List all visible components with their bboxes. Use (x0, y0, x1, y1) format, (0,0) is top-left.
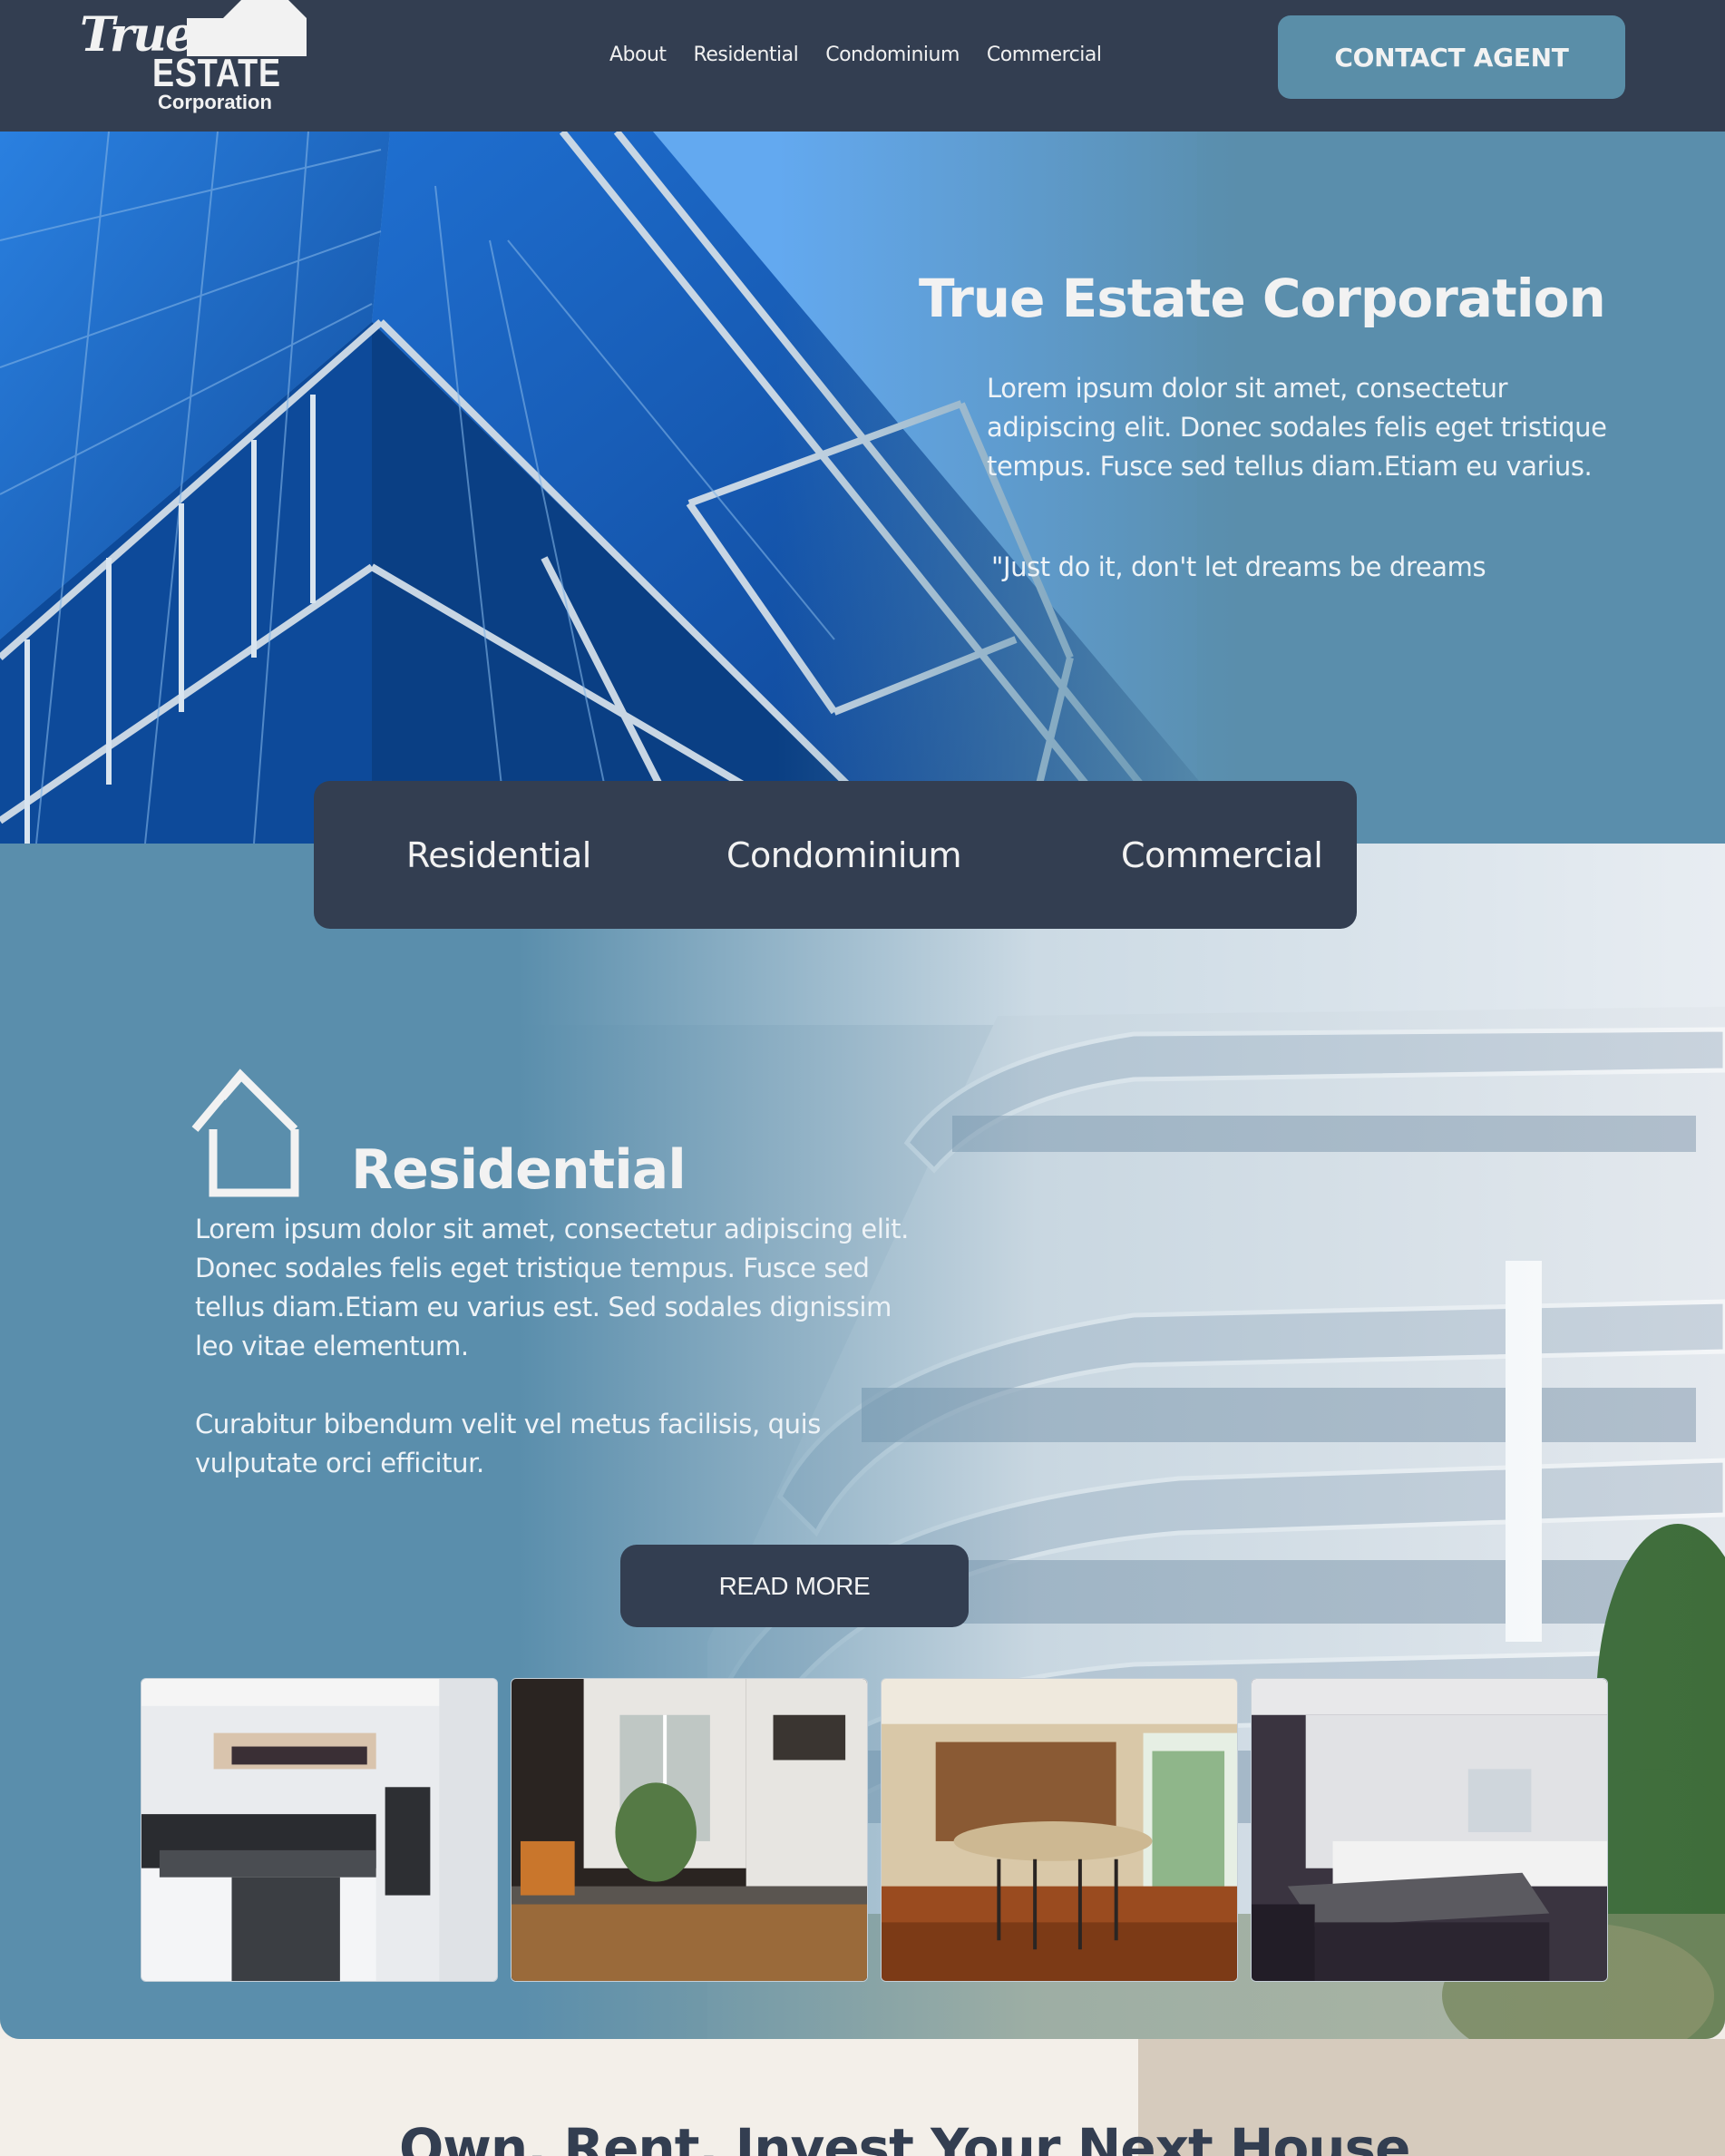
nav-residential[interactable]: Residential (694, 44, 799, 66)
nav-about[interactable]: About (609, 44, 667, 66)
residential-title: Residential (351, 1138, 687, 1202)
residential-paragraph-1: Lorem ipsum dolor sit amet, consectetur … (195, 1214, 909, 1361)
site-header: True ESTATE Corporation About Residentia… (0, 0, 1725, 132)
category-tabs: Residential Condominium Commercial (314, 781, 1357, 929)
logo-text-corporation: Corporation (158, 91, 272, 113)
logo-house-icon (187, 0, 307, 56)
gallery-image-wooden-kitchen[interactable] (511, 1678, 868, 1982)
hero-section: True Estate Corporation Lorem ipsum dolo… (0, 132, 1725, 844)
gallery-image-open-kitchen[interactable] (881, 1678, 1238, 1982)
logo-text-estate: ESTATE (152, 51, 281, 95)
house-icon (191, 1068, 299, 1197)
nav-commercial[interactable]: Commercial (987, 44, 1102, 66)
nav-condominium[interactable]: Condominium (825, 44, 960, 66)
gallery-image-dark-kitchen[interactable] (1251, 1678, 1608, 1982)
hero-description: Lorem ipsum dolor sit amet, consectetur … (987, 373, 1607, 482)
contact-agent-button[interactable]: CONTACT AGENT (1278, 15, 1625, 99)
invest-section-title: Own, Rent, Invest Your Next House (399, 2117, 1410, 2156)
read-more-button[interactable]: READ MORE (620, 1545, 969, 1627)
glass-building-image (0, 132, 1725, 844)
tab-condominium[interactable]: Condominium (726, 835, 962, 875)
gallery-image-white-kitchen[interactable] (141, 1678, 498, 1982)
invest-section: Own, Rent, Invest Your Next House (0, 2039, 1725, 2156)
residential-section: Residential Lorem ipsum dolor sit amet, … (0, 844, 1725, 2039)
tab-residential[interactable]: Residential (406, 835, 591, 875)
main-nav: About Residential Condominium Commercial (609, 44, 1102, 66)
hero-title: True Estate Corporation (919, 268, 1606, 329)
hero-quote: "Just do it, don't let dreams be dreams (991, 551, 1486, 582)
residential-paragraph-2: Curabitur bibendum velit vel metus facil… (195, 1409, 821, 1478)
company-logo[interactable]: True ESTATE Corporation (80, 0, 307, 118)
tab-commercial[interactable]: Commercial (1121, 835, 1323, 875)
